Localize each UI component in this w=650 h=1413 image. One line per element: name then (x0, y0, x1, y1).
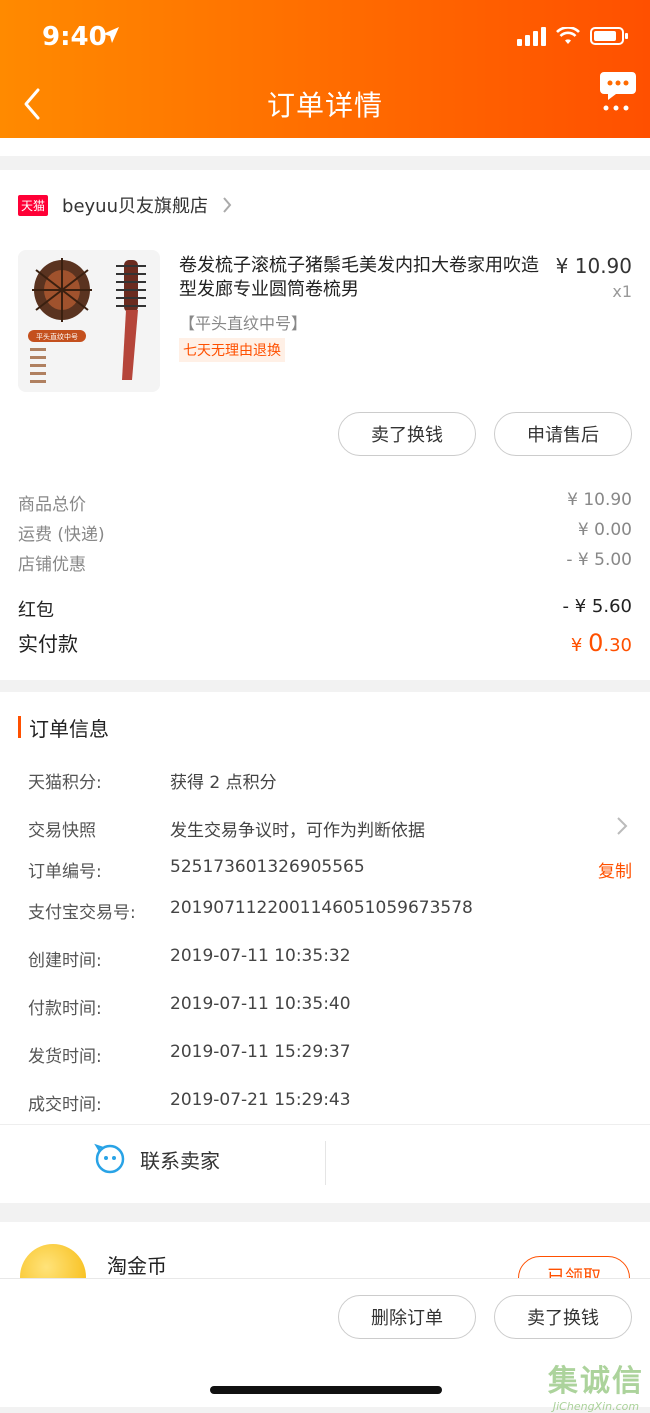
watermark-text: 集诚信 (548, 1364, 644, 1399)
paid-integer: 0 (588, 629, 604, 657)
info-value: 发生交易争议时，可作为判断依据 (170, 821, 425, 841)
watermark-url: JiChengXin.com (552, 1400, 640, 1413)
info-key: 天猫积分: (28, 773, 102, 793)
product-image[interactable]: 平头直纹中号 (18, 250, 160, 392)
cost-value: ¥ 10.90 (567, 490, 632, 510)
cost-row-store-discount: 店铺优惠 - ¥ 5.00 (18, 550, 632, 575)
after-sale-button[interactable]: 申请售后 (494, 412, 632, 456)
chevron-right-icon (223, 197, 232, 213)
cost-label: 运费 (快递) (18, 525, 105, 545)
product-quantity: x1 (612, 282, 632, 301)
status-icons (517, 26, 628, 46)
cost-row-red-packet: 红包 - ¥ 5.60 (18, 596, 632, 622)
paid-decimal: .30 (603, 635, 632, 656)
info-row-shipped: 发货时间: 2019-07-11 15:29:37 (28, 1042, 632, 1067)
order-info-header: 订单信息 (18, 692, 109, 762)
cost-label: 商品总价 (18, 495, 86, 515)
wifi-icon (556, 27, 580, 44)
info-key: 付款时间: (28, 999, 102, 1019)
info-key: 订单编号: (28, 862, 102, 882)
status-time: 9:40 (42, 22, 107, 52)
info-row-snapshot[interactable]: 交易快照 发生交易争议时，可作为判断依据 (28, 816, 632, 841)
paid-currency: ¥ (570, 635, 589, 656)
cost-label: 红包 (18, 600, 54, 621)
paid-amount: ¥ 0.30 (571, 629, 632, 657)
info-value: 2019-07-11 15:29:37 (170, 1042, 351, 1062)
nav-header: 9:40 订单详情 (0, 0, 650, 138)
cost-value: - ¥ 5.00 (566, 550, 632, 570)
info-key: 发货时间: (28, 1047, 102, 1067)
cost-row-shipping: 运费 (快递) ¥ 0.00 (18, 520, 632, 545)
info-row-points: 天猫积分: 获得 2 点积分 (28, 768, 632, 793)
sell-for-cash-button[interactable]: 卖了换钱 (494, 1295, 632, 1339)
order-info-card: 订单信息 天猫积分: 获得 2 点积分 交易快照 发生交易争议时，可作为判断依据… (0, 692, 650, 1124)
paid-label: 实付款 (18, 632, 78, 656)
info-value: 2019-07-11 10:35:32 (170, 946, 351, 966)
home-indicator[interactable] (210, 1386, 442, 1394)
store-row[interactable]: 天猫 beyuu贝友旗舰店 (0, 170, 650, 240)
message-bubble-icon[interactable] (598, 68, 638, 112)
taojinbi-card: 淘金币 已领取 (0, 1222, 650, 1282)
product-title[interactable]: 卷发梳子滚梳子猪鬃毛美发内扣大卷家用吹造型发廊专业圆筒卷梳男 (179, 254, 539, 302)
copy-button[interactable]: 复制 (598, 857, 632, 882)
delete-order-button[interactable]: 删除订单 (338, 1295, 476, 1339)
taojinbi-title: 淘金币 (107, 1254, 167, 1278)
info-row-alipay-number: 支付宝交易号: 2019071122001146051059673578 (28, 898, 632, 923)
info-value: 2019-07-11 10:35:40 (170, 994, 351, 1014)
info-key: 交易快照 (28, 821, 96, 841)
round-brush-illustration: 平头直纹中号 (18, 250, 160, 392)
section-accent-bar (18, 716, 21, 738)
product-price: ¥ 10.90 (555, 254, 632, 278)
info-row-order-number: 订单编号: 525173601326905565 复制 (28, 857, 632, 882)
info-value: 获得 2 点积分 (170, 773, 277, 793)
chevron-right-icon (617, 817, 628, 835)
info-value: 525173601326905565 (170, 857, 365, 877)
sell-for-cash-button[interactable]: 卖了换钱 (338, 412, 476, 456)
info-key: 支付宝交易号: (28, 903, 136, 923)
info-key: 成交时间: (28, 1095, 102, 1115)
info-value: 2019-07-21 15:29:43 (170, 1090, 351, 1110)
signal-icon (517, 26, 546, 46)
product-sku: 【平头直纹中号】 (179, 314, 308, 333)
cost-value: - ¥ 5.60 (562, 596, 632, 617)
cost-row-subtotal: 商品总价 ¥ 10.90 (18, 490, 632, 515)
cost-value: ¥ 0.00 (577, 520, 632, 540)
contact-seller-button[interactable]: 联系卖家 (94, 1143, 220, 1175)
smiley-chat-icon (94, 1143, 125, 1174)
info-key: 创建时间: (28, 951, 102, 971)
return-policy-tag: 七天无理由退换 (179, 338, 285, 362)
order-item-card: 天猫 beyuu贝友旗舰店 平头直纹中号 卷发梳子滚梳子猪鬃毛美发内扣大卷家用吹… (0, 170, 650, 680)
store-name: beyuu贝友旗舰店 (62, 196, 208, 217)
contact-seller-label: 联系卖家 (140, 1148, 220, 1173)
battery-icon (590, 27, 628, 45)
tmall-badge: 天猫 (18, 194, 49, 216)
cost-label: 店铺优惠 (18, 555, 86, 575)
site-watermark: 集诚信 JiChengXin.com (548, 1356, 644, 1413)
location-arrow-icon (103, 27, 119, 43)
section-title: 订单信息 (29, 716, 109, 741)
info-row-completed: 成交时间: 2019-07-21 15:29:43 (28, 1090, 632, 1115)
divider (325, 1141, 326, 1185)
spacer-strip (0, 138, 650, 156)
info-row-paid: 付款时间: 2019-07-11 10:35:40 (28, 994, 632, 1019)
info-row-created: 创建时间: 2019-07-11 10:35:32 (28, 946, 632, 971)
gold-coin-icon (20, 1244, 86, 1282)
info-value: 2019071122001146051059673578 (170, 898, 473, 918)
page-title: 订单详情 (266, 89, 383, 122)
image-caption: 平头直纹中号 (36, 332, 78, 341)
cost-row-paid: 实付款 ¥ 0.30 (18, 628, 632, 657)
contact-bar: 联系卖家 (0, 1124, 650, 1203)
